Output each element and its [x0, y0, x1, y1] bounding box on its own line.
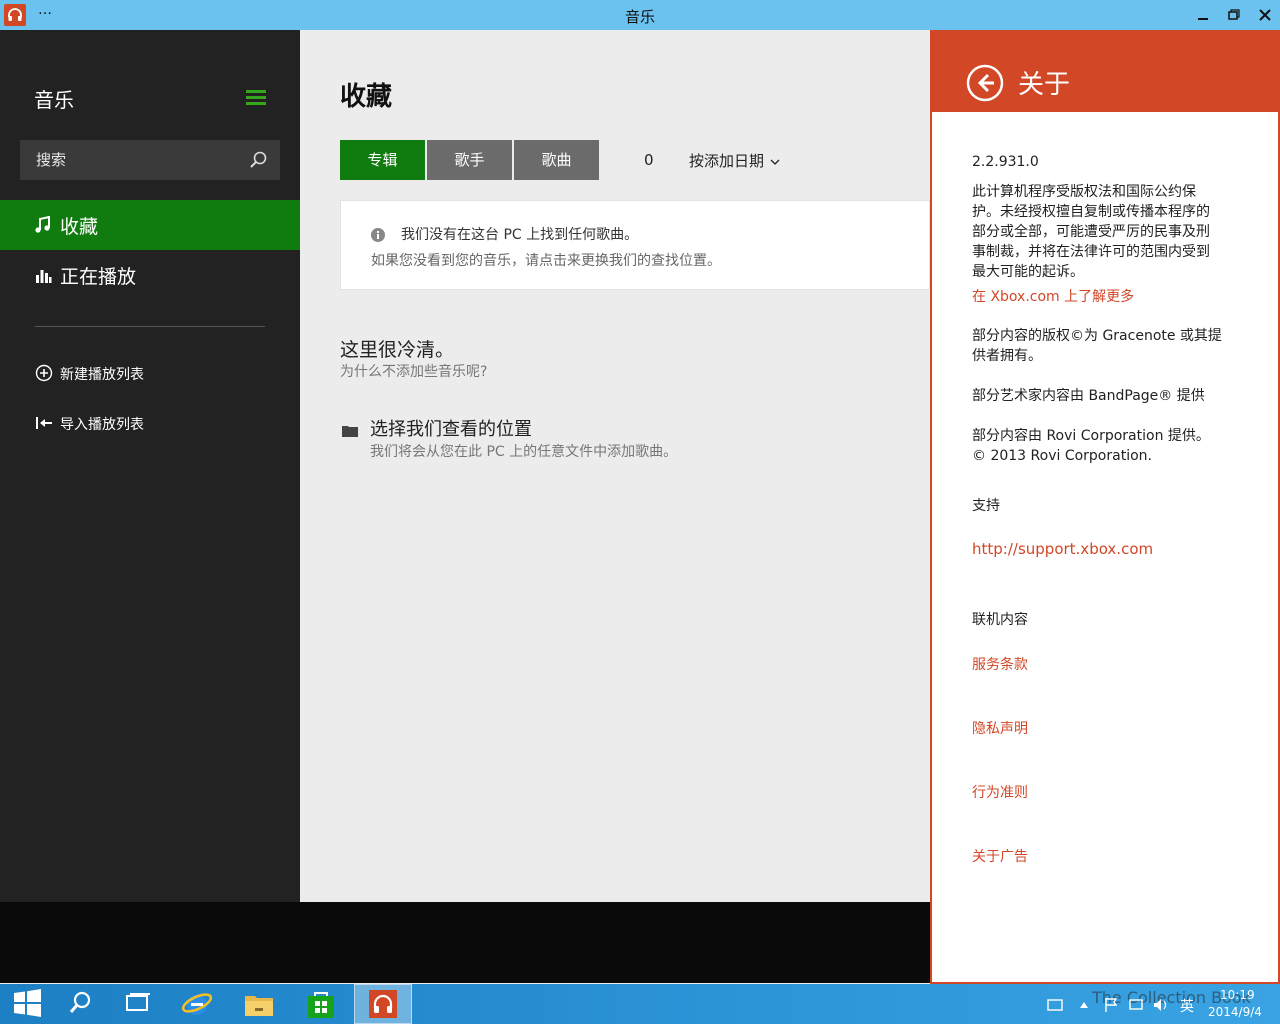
- taskbar: The Collection Book 英 10:19 2014/9/4: [0, 984, 1280, 1024]
- search-icon[interactable]: [248, 150, 268, 170]
- support-link[interactable]: http://support.xbox.com: [972, 540, 1153, 558]
- folder-icon[interactable]: [342, 422, 358, 437]
- restore-button[interactable]: [1218, 0, 1248, 30]
- sidebar: 音乐 收藏 正在播放 新建播放列表 导入播放列表: [0, 30, 300, 902]
- music-note-icon: [34, 215, 52, 234]
- xbox-learn-more-link[interactable]: 在 Xbox.com 上了解更多: [972, 286, 1134, 306]
- about-ads-link[interactable]: 关于广告: [972, 846, 1028, 866]
- sidebar-title: 音乐: [34, 88, 74, 112]
- chevron-down-icon: [770, 159, 780, 165]
- notice-message: 我们没有在这台 PC 上找到任何歌曲。: [401, 227, 639, 243]
- choose-location-description: 我们将会从您在此 PC 上的任意文件中添加歌曲。: [370, 444, 678, 460]
- sort-dropdown[interactable]: 按添加日期: [689, 150, 781, 171]
- code-of-conduct-link[interactable]: 行为准则: [972, 782, 1028, 802]
- clock-date[interactable]: 2014/9/4: [1208, 1005, 1262, 1019]
- app-bottom-bar: [0, 902, 930, 983]
- page-title: 收藏: [340, 82, 393, 112]
- tab-artists[interactable]: 歌手: [427, 140, 512, 180]
- bandpage-text: 部分艺术家内容由 BandPage® 提供: [972, 388, 1205, 404]
- clock-time[interactable]: 10:19: [1220, 988, 1255, 1002]
- terms-of-service-link[interactable]: 服务条款: [972, 654, 1028, 674]
- support-label: 支持: [972, 498, 1000, 514]
- ie-icon[interactable]: [168, 984, 226, 1024]
- divider: [35, 326, 265, 327]
- sort-label: 按添加日期: [689, 152, 765, 170]
- new-playlist-label: 新建播放列表: [60, 367, 144, 383]
- tab-albums[interactable]: 专辑: [340, 140, 425, 180]
- task-view-icon[interactable]: [110, 984, 168, 1024]
- store-icon[interactable]: [292, 984, 350, 1024]
- notice-hint: 如果您没看到您的音乐，请点击来更换我们的查找位置。: [371, 253, 721, 269]
- search-icon[interactable]: [52, 984, 110, 1024]
- window-title: 音乐: [624, 8, 655, 26]
- file-explorer-icon[interactable]: [230, 984, 288, 1024]
- input-method-indicator[interactable]: 英: [1180, 996, 1194, 1016]
- about-title: 关于: [1018, 70, 1071, 100]
- privacy-statement-link[interactable]: 隐私声明: [972, 718, 1028, 738]
- add-circle-icon: [35, 364, 53, 382]
- about-flyout: 关于 2.2.931.0 此计算机程序受版权法和国际公约保护。未经授权擅自复制或…: [930, 30, 1280, 984]
- empty-state-subtitle: 为什么不添加些音乐呢?: [340, 364, 488, 380]
- equalizer-icon: [34, 266, 52, 284]
- hamburger-icon[interactable]: [246, 90, 266, 106]
- new-playlist-button[interactable]: 新建播放列表: [0, 355, 300, 391]
- close-button[interactable]: [1250, 0, 1280, 30]
- system-tray[interactable]: [1046, 996, 1196, 1014]
- import-icon: [35, 414, 53, 432]
- item-count: 0: [644, 151, 654, 169]
- gracenote-text: 部分内容的版权©为 Gracenote 或其提供者拥有。: [972, 328, 1222, 364]
- import-playlist-label: 导入播放列表: [60, 417, 144, 433]
- info-icon: [370, 227, 386, 243]
- nav-item-collection[interactable]: 收藏: [0, 200, 300, 250]
- main-content: 收藏 专辑 歌手 歌曲 0 按添加日期 我们没有在这台 PC 上找到任何歌曲。 …: [300, 30, 930, 902]
- back-arrow-icon[interactable]: [966, 64, 1004, 102]
- online-content-label: 联机内容: [972, 612, 1028, 628]
- tab-songs[interactable]: 歌曲: [514, 140, 599, 180]
- music-app-taskbar-button[interactable]: [354, 984, 412, 1024]
- nav-item-now-playing[interactable]: 正在播放: [0, 250, 300, 300]
- about-header: 关于: [932, 32, 1278, 112]
- choose-location-link[interactable]: 选择我们查看的位置: [370, 415, 532, 441]
- copyright-text: 此计算机程序受版权法和国际公约保护。未经授权擅自复制或传播本程序的部分或全部，可…: [972, 184, 1210, 280]
- empty-state-title: 这里很冷清。: [340, 339, 455, 361]
- title-bar: … 音乐: [0, 0, 1280, 30]
- minimize-button[interactable]: [1188, 0, 1218, 30]
- windows-logo-icon[interactable]: [0, 984, 58, 1024]
- search-box: [20, 140, 280, 180]
- no-songs-notice[interactable]: 我们没有在这台 PC 上找到任何歌曲。 如果您没看到您的音乐，请点击来更换我们的…: [340, 200, 930, 290]
- nav-item-label: 收藏: [60, 216, 99, 238]
- version-text: 2.2.931.0: [972, 154, 1039, 170]
- search-input[interactable]: [20, 140, 240, 180]
- headphones-icon: [369, 990, 397, 1018]
- import-playlist-button[interactable]: 导入播放列表: [0, 405, 300, 441]
- nav-item-label: 正在播放: [60, 266, 137, 288]
- rovi-text: 部分内容由 Rovi Corporation 提供。© 2013 Rovi Co…: [972, 428, 1210, 464]
